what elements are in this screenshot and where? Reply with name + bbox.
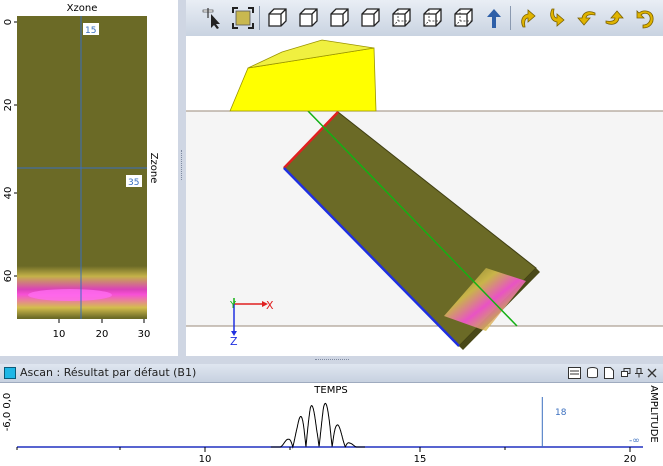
cscan-y-tick: 40 [3,187,14,200]
cscan-x-tick: 30 [138,329,151,340]
ascan-pin-icon[interactable] [634,368,644,378]
rotate-down-button[interactable] [544,4,570,32]
pointer-select-icon [202,8,220,29]
rotate-down-icon [550,8,565,27]
view3d-scene[interactable]: X Y Z [186,36,663,356]
ascan-minus-inf: -∞ [629,436,640,446]
ascan-titlebar[interactable]: Ascan : Résultat par défaut (B1) [0,364,663,383]
axis-up-button[interactable] [481,4,507,32]
axis-x-label: X [266,299,274,312]
ascan-right-label: AMPLITUDE [648,385,659,442]
ascan-left-label: -6,0 0,0 [2,393,13,432]
ascan-x-ticks: 10 15 20 [16,447,637,465]
cscan-echo-hotspot [28,289,112,301]
ascan-document-icon[interactable] [604,367,614,379]
view-cube-5-button[interactable] [388,4,414,32]
ascan-display-icon[interactable] [568,367,581,379]
cscan-y-ticks: 0 20 40 60 [3,19,17,283]
view-cube-7-icon [454,8,473,27]
cscan-cursor-y-value: 35 [128,178,139,188]
ascan-x-tick: 20 [624,454,637,465]
ascan-cursor-value: 18 [555,408,567,418]
rotate-left-icon [577,11,596,26]
cscan-y-tick: 60 [3,270,14,283]
rotate-right-icon [605,10,624,25]
view-cube-5-icon [392,8,411,27]
view-cube-2-icon [299,8,318,27]
view-cube-4-button[interactable] [357,4,383,32]
view-cube-2-button[interactable] [295,4,321,32]
ascan-panel: Ascan : Résultat par défaut (B1) TEMPS -… [0,364,663,466]
horizontal-splitter[interactable] [0,356,663,364]
view-cube-1-icon [268,8,287,27]
ascan-database-icon[interactable] [587,367,598,379]
axis-z-label: Z [230,335,238,348]
ascan-x-tick: 15 [414,454,427,465]
ascan-window-icon [4,367,16,379]
view-cube-6-button[interactable] [419,4,445,32]
rotate-up-button[interactable] [515,4,541,32]
axis-up-icon [487,9,501,28]
cscan-x-ticks: 10 20 30 [53,319,151,340]
view-cube-1-button[interactable] [264,4,290,32]
cscan-y-tick: 0 [3,19,14,25]
pointer-select-button[interactable] [200,4,226,32]
zoom-fit-icon [232,7,254,29]
cscan-right-axis-title: Zzone [148,153,159,184]
ascan-restore-icon[interactable] [621,368,631,378]
ascan-plot-area [17,397,643,447]
rotate-right-button[interactable] [602,4,628,32]
ascan-top-label: TEMPS [313,385,347,396]
ascan-title: Ascan : Résultat par défaut (B1) [20,366,197,379]
view-cube-7-button[interactable] [450,4,476,32]
cscan-cursor-x-value: 15 [85,26,96,36]
view3d-toolbar [186,0,663,37]
vertical-splitter[interactable] [178,0,186,356]
rotate-back-button[interactable] [631,4,657,32]
rotate-left-button[interactable] [573,4,599,32]
view-cube-3-button[interactable] [326,4,352,32]
axis-y-label: Y [229,300,237,311]
cscan-y-tick: 20 [3,99,14,112]
cscan-x-tick: 20 [96,329,109,340]
zoom-fit-button[interactable] [230,4,256,32]
ascan-plot[interactable]: TEMPS -6,0 0,0 AMPLITUDE 18 -∞ 10 15 20 [0,382,663,466]
ascan-x-tick: 10 [199,454,212,465]
rotate-up-icon [521,9,536,28]
cscan-top-axis-title: Xzone [67,3,98,14]
cscan-plot[interactable]: Xzone 15 35 0 20 40 60 10 20 30 Zzone [0,0,178,356]
view-cube-3-icon [330,8,349,27]
view-cube-6-icon [423,8,442,27]
cscan-panel: Xzone 15 35 0 20 40 60 10 20 30 Zzone [0,0,178,356]
cscan-x-tick: 10 [53,329,66,340]
view-cube-4-icon [361,8,380,27]
ascan-close-icon[interactable] [647,368,657,378]
rotate-back-icon [636,10,654,29]
view3d-panel: X Y Z [186,0,663,356]
